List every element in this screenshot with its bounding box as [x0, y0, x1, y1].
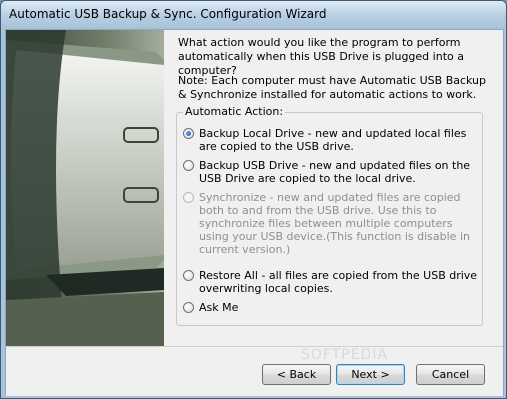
option-label: Backup Local Drive - new and updated loc…	[199, 127, 467, 153]
option-label: Backup USB Drive - new and updated files…	[199, 159, 471, 185]
option-backup-local[interactable]: Backup Local Drive - new and updated loc…	[183, 127, 479, 153]
wizard-content: What action would you like the program t…	[164, 30, 503, 346]
group-label: Automatic Action:	[183, 105, 286, 118]
radio-backup-usb[interactable]	[183, 160, 194, 171]
back-button[interactable]: < Back	[262, 364, 331, 385]
option-label: Synchronize - new and updated files are …	[199, 191, 470, 256]
wizard-window: Automatic USB Backup & Sync. Configurati…	[0, 0, 507, 399]
note-text: Note: Each computer must have Automatic …	[178, 74, 487, 101]
radio-backup-local[interactable]	[183, 128, 194, 139]
intro-text: What action would you like the program t…	[178, 36, 464, 77]
option-backup-usb[interactable]: Backup USB Drive - new and updated files…	[183, 159, 479, 185]
radio-restore-all[interactable]	[183, 270, 194, 281]
option-label: Ask Me	[199, 301, 239, 314]
radio-synchronize	[183, 192, 194, 203]
next-button[interactable]: Next >	[336, 364, 405, 385]
option-restore-all[interactable]: Restore All - all files are copied from …	[183, 269, 479, 295]
option-ask-me[interactable]: Ask Me	[183, 301, 479, 314]
option-label: Restore All - all files are copied from …	[199, 269, 478, 295]
usb-drive-illustration	[6, 30, 164, 346]
window-title: Automatic USB Backup & Sync. Configurati…	[9, 7, 327, 21]
title-bar[interactable]: Automatic USB Backup & Sync. Configurati…	[1, 1, 506, 29]
button-bar: < Back Next > Cancel	[6, 346, 503, 396]
cancel-button[interactable]: Cancel	[416, 364, 485, 385]
radio-ask-me[interactable]	[183, 302, 194, 313]
option-synchronize: Synchronize - new and updated files are …	[183, 191, 479, 256]
automatic-action-group: Automatic Action: Backup Local Drive - n…	[176, 105, 483, 326]
wizard-body: What action would you like the program t…	[5, 29, 504, 396]
usb-drive-image	[6, 30, 164, 346]
